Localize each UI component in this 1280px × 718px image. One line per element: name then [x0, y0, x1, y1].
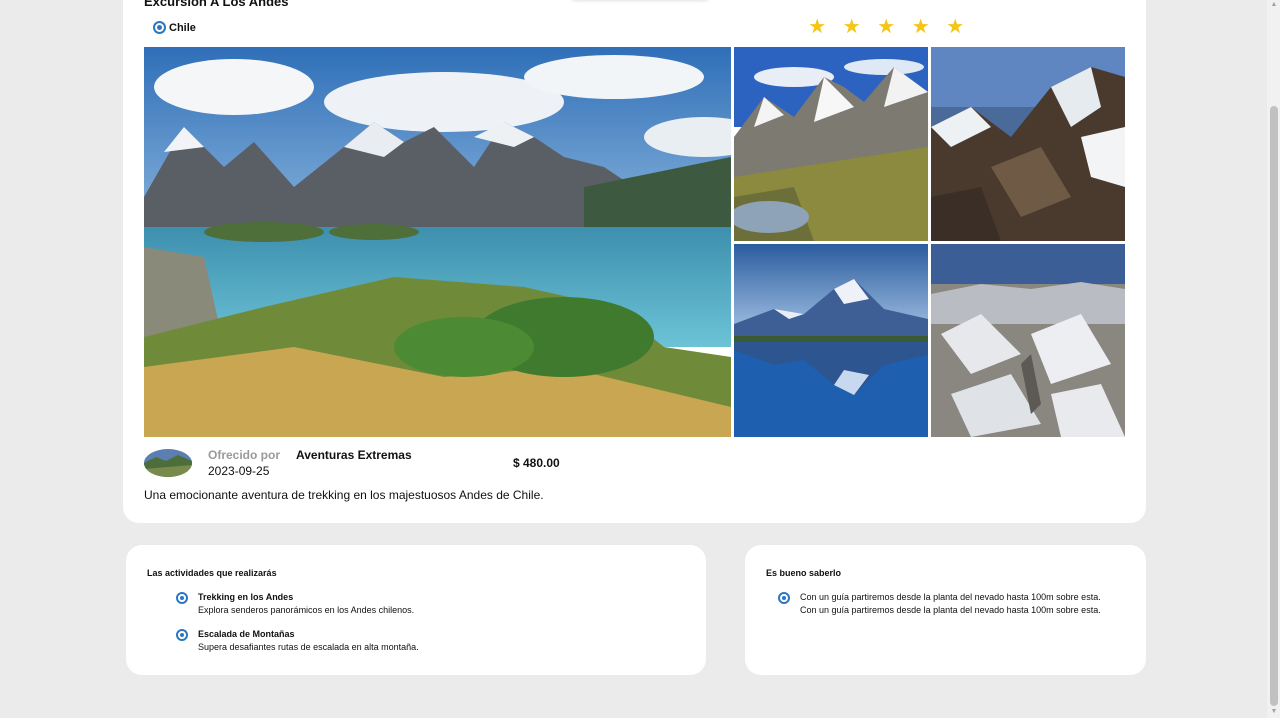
radio-selected-icon[interactable] — [153, 21, 166, 34]
gallery-photo[interactable] — [734, 47, 928, 241]
price: $ 480.00 — [513, 456, 560, 470]
star-icon: ★ — [842, 16, 861, 38]
scrollbar-thumb[interactable] — [1270, 106, 1278, 706]
gallery-photo[interactable] — [931, 244, 1125, 437]
page-title: Excursión A Los Andes — [144, 0, 289, 9]
excursion-description: Una emocionante aventura de trekking en … — [144, 488, 544, 502]
main-photo[interactable] — [144, 47, 731, 437]
scroll-down-icon[interactable]: ▼ — [1270, 708, 1278, 715]
scroll-up-icon[interactable]: ▲ — [1270, 1, 1278, 8]
activities-title: Las actividades que realizarás — [147, 568, 277, 578]
provider-name[interactable]: Aventuras Extremas — [296, 448, 412, 462]
good-to-know-card: Es bueno saberlo Con un guía partiremos … — [745, 545, 1146, 675]
offered-date: 2023-09-25 — [208, 464, 270, 478]
info-text: Con un guía partiremos desde la planta d… — [800, 592, 1101, 615]
radio-selected-icon[interactable] — [778, 592, 790, 604]
country-label: Chile — [169, 21, 196, 34]
star-icon: ★ — [877, 16, 896, 38]
gallery-photo[interactable] — [734, 244, 928, 437]
offered-by-label: Ofrecido por — [208, 448, 281, 462]
activity-description: Explora senderos panorámicos en los Ande… — [198, 605, 415, 615]
star-icon: ★ — [911, 16, 930, 38]
avatar[interactable] — [144, 449, 192, 477]
activity-description: Supera desafiantes rutas de escalada en … — [198, 642, 419, 652]
list-item: Trekking en los Andes Explora senderos p… — [176, 591, 414, 617]
country-option[interactable]: Chile — [153, 21, 196, 34]
good-to-know-title: Es bueno saberlo — [766, 568, 842, 578]
radio-selected-icon[interactable] — [176, 629, 188, 641]
list-item: Con un guía partiremos desde la planta d… — [778, 591, 1108, 617]
star-icon: ★ — [946, 16, 965, 38]
radio-selected-icon[interactable] — [176, 592, 188, 604]
rating-stars: ★ ★ ★ ★ ★ — [800, 16, 973, 38]
activities-card: Las actividades que realizarás Trekking … — [126, 545, 706, 675]
gallery-photo[interactable] — [931, 47, 1125, 241]
activity-title: Trekking en los Andes — [198, 592, 294, 602]
star-icon: ★ — [808, 16, 827, 38]
list-item: Escalada de Montañas Supera desafiantes … — [176, 628, 419, 654]
activity-title: Escalada de Montañas — [198, 629, 295, 639]
